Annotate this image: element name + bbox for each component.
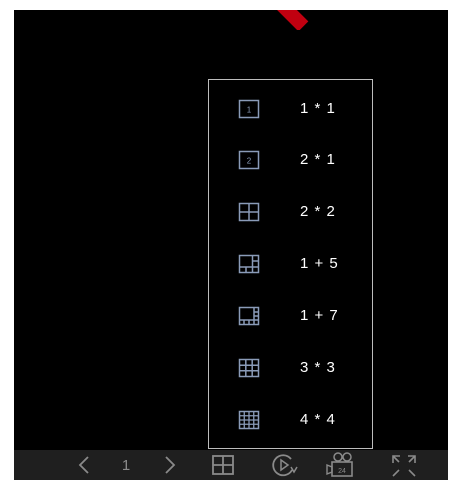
record-badge: 24 [338,468,346,475]
layout-option-label: 2 * 1 [300,151,336,168]
bottom-toolbar: 1 24 [14,450,448,480]
layout-option-label: 1 + 7 [300,307,339,324]
red-marker-shape [272,10,312,30]
layout-option-1plus7[interactable]: 1 + 7 [209,296,372,336]
layout-option-2x2[interactable]: 2 * 2 [209,192,372,232]
fullscreen-icon [392,455,416,477]
page-indicator: 1 [114,450,138,480]
fullscreen-button[interactable] [386,450,422,480]
next-page-icon [165,456,176,474]
recorder-button[interactable]: 24 [324,450,360,480]
layout-option-label: 3 * 3 [300,359,336,376]
layout-option-2x1[interactable]: 2 2 * 1 [209,140,372,180]
split-layout-button[interactable] [210,450,236,480]
layout-4x4-icon [237,409,261,431]
layout-option-label: 4 * 4 [300,411,336,428]
split-layout-icon [212,455,234,475]
layout-2x2-icon [237,201,261,223]
next-page-button[interactable] [158,450,182,480]
layout-option-label: 1 * 1 [300,100,336,117]
prev-page-icon [78,456,89,474]
recorder-icon: 24 [326,452,353,477]
playback-icon [272,454,298,477]
video-viewport: 1 1 * 1 2 2 * 1 2 * 2 1 + 5 1 + 7 3 * 3 … [14,10,448,480]
layout-3x3-icon [237,357,261,379]
layout-1x1-icon: 1 [237,98,261,120]
layout-menu: 1 1 * 1 2 2 * 1 2 * 2 1 + 5 1 + 7 3 * 3 … [208,79,373,449]
layout-option-3x3[interactable]: 3 * 3 [209,348,372,388]
layout-option-label: 2 * 2 [300,203,336,220]
playback-button[interactable] [270,450,300,480]
layout-1plus5-icon [237,253,261,275]
page-number: 1 [121,456,131,474]
prev-page-button[interactable] [72,450,96,480]
layout-2x1-icon-number: 2 [247,157,252,166]
layout-1x1-icon-number: 1 [247,106,252,115]
layout-option-label: 1 + 5 [300,255,339,272]
layout-option-1x1[interactable]: 1 1 * 1 [209,89,372,129]
layout-1plus7-icon [237,305,261,327]
layout-2x1-icon: 2 [237,149,261,171]
layout-option-1plus5[interactable]: 1 + 5 [209,244,372,284]
layout-option-4x4[interactable]: 4 * 4 [209,400,372,440]
